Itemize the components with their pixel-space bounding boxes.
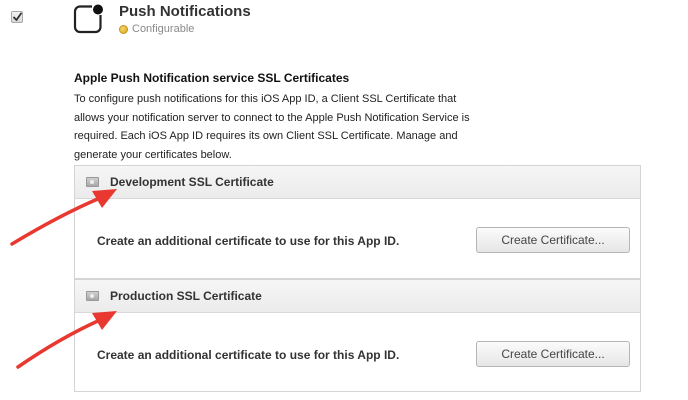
- service-title: Push Notifications: [119, 3, 251, 20]
- production-certificate-panel: Production SSL Certificate Create an add…: [74, 279, 641, 392]
- development-certificate-title: Development SSL Certificate: [110, 175, 274, 189]
- certificate-icon: [86, 291, 99, 301]
- status-dot-icon: [119, 24, 128, 34]
- create-production-certificate-button[interactable]: Create Certificate...: [476, 341, 630, 367]
- development-certificate-text: Create an additional certificate to use …: [97, 234, 400, 248]
- status-badge: Configurable: [119, 23, 194, 35]
- production-certificate-body: Create an additional certificate to use …: [75, 313, 640, 393]
- page: Push Notifications Configurable Apple Pu…: [0, 0, 688, 400]
- push-notification-icon: [73, 4, 103, 34]
- production-certificate-header: Production SSL Certificate: [75, 279, 640, 313]
- development-certificate-header: Development SSL Certificate: [75, 166, 640, 199]
- production-certificate-title: Production SSL Certificate: [110, 289, 262, 303]
- certificate-icon: [86, 177, 99, 187]
- development-certificate-body: Create an additional certificate to use …: [75, 199, 640, 279]
- create-development-certificate-button[interactable]: Create Certificate...: [476, 227, 630, 253]
- production-certificate-text: Create an additional certificate to use …: [97, 348, 400, 362]
- enable-push-checkbox[interactable]: [11, 11, 23, 23]
- status-text: Configurable: [132, 23, 195, 35]
- checkmark-icon: [13, 12, 22, 21]
- development-certificate-panel: Development SSL Certificate Create an ad…: [74, 165, 641, 279]
- section-heading: Apple Push Notification service SSL Cert…: [74, 71, 350, 85]
- section-description: To configure push notifications for this…: [74, 93, 470, 161]
